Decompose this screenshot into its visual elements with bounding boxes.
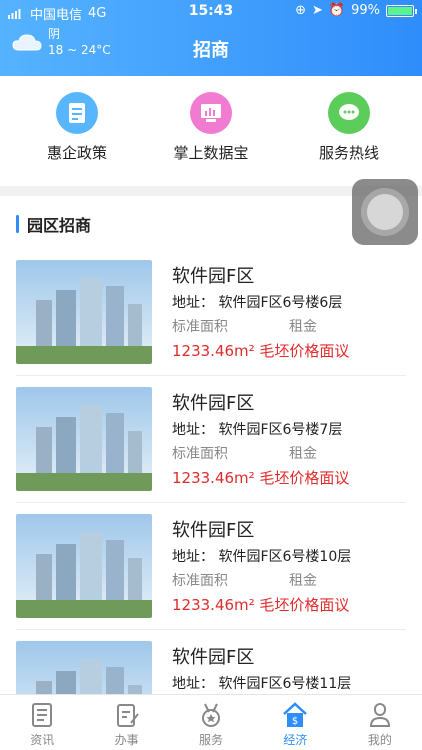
list-item[interactable]: 软件园F区 地址： 软件园F区6号楼10层 标准面积 租金 1233.46m² … — [0, 504, 422, 630]
tab-label: 我的 — [367, 733, 392, 747]
tab-label: 经济 — [283, 733, 308, 747]
listing-title: 软件园F区 — [172, 647, 255, 668]
page-title: 招商 — [193, 40, 229, 61]
listing-meta: 标准面积 租金 — [172, 316, 317, 336]
house-money-icon: $ — [283, 702, 308, 727]
status-right: ⊕ ➤ ⏰ 99% — [295, 3, 417, 18]
listing-address: 地址： 软件园F区6号楼11层 — [172, 676, 352, 692]
quick-action-policy[interactable]: 惠企政策 — [22, 92, 132, 163]
area-label: 标准面积 — [172, 446, 228, 462]
chat-icon — [328, 92, 370, 134]
status-bar: 中国电信 4G 15:43 ⊕ ➤ ⏰ 99% — [0, 0, 422, 24]
tab-label: 服务 — [199, 733, 224, 747]
clipboard-icon — [116, 704, 139, 727]
tab-mine[interactable]: 我的 — [338, 695, 422, 750]
building-thumbnail — [16, 260, 152, 364]
building-thumbnail — [16, 514, 152, 618]
chart-icon — [190, 92, 232, 134]
tab-label: 资讯 — [30, 733, 55, 747]
area-label: 标准面积 — [172, 319, 228, 335]
listing-address: 地址： 软件园F区6号楼10层 — [172, 549, 352, 565]
quick-action-label: 惠企政策 — [46, 144, 107, 162]
quick-action-data[interactable]: 掌上数据宝 — [156, 92, 266, 163]
section-accent-bar — [16, 215, 19, 233]
tab-service[interactable]: 服务 — [169, 695, 253, 750]
building-thumbnail — [16, 387, 152, 491]
rent-label: 租金 — [289, 319, 317, 335]
tab-news[interactable]: 资讯 — [0, 695, 84, 750]
item-divider — [16, 375, 406, 376]
rotation-lock-icon: ⊕ — [295, 3, 306, 18]
listing-price: 1233.46m² 毛坯价格面议 — [172, 596, 350, 614]
bottom-nav: 资讯 办事 服务 $ 经济 我的 — [0, 694, 422, 750]
document-icon — [56, 92, 98, 134]
tab-label: 办事 — [114, 733, 139, 747]
listing-meta: 标准面积 租金 — [172, 443, 317, 463]
news-icon — [32, 703, 53, 727]
assistive-touch-button[interactable] — [352, 179, 418, 245]
listing-title: 软件园F区 — [172, 520, 255, 541]
battery-icon — [386, 4, 417, 17]
item-divider — [16, 629, 406, 630]
list-item[interactable]: 软件园F区 地址： 软件园F区6号楼6层 标准面积 租金 1233.46m² 毛… — [0, 250, 422, 376]
listing-price: 1233.46m² 毛坯价格面议 — [172, 342, 350, 360]
listing-title: 软件园F区 — [172, 266, 255, 287]
listing-title: 软件园F区 — [172, 393, 255, 414]
listing-meta: 标准面积 租金 — [172, 570, 317, 590]
list-item[interactable]: 软件园F区 地址： 软件园F区6号楼7层 标准面积 租金 1233.46m² 毛… — [0, 377, 422, 503]
assistive-touch-icon — [367, 194, 403, 230]
quick-actions: 惠企政策 掌上数据宝 服务热线 — [0, 84, 422, 178]
listing-address: 地址： 软件园F区6号楼6层 — [172, 295, 343, 311]
tab-affairs[interactable]: 办事 — [84, 695, 168, 750]
header: 中国电信 4G 15:43 ⊕ ➤ ⏰ 99% 阴 18 ~ 24°C 招商 — [0, 0, 422, 76]
section-title: 园区招商 — [27, 216, 92, 235]
user-icon — [369, 703, 390, 727]
rent-label: 租金 — [289, 446, 317, 462]
listing-address: 地址： 软件园F区6号楼7层 — [172, 422, 343, 438]
medal-icon — [202, 703, 221, 727]
battery-percent: 99% — [351, 3, 380, 18]
area-label: 标准面积 — [172, 573, 228, 589]
section-header: 园区招商 — [16, 212, 91, 236]
rent-label: 租金 — [289, 573, 317, 589]
svg-text:$: $ — [292, 716, 298, 727]
listing-price: 1233.46m² 毛坯价格面议 — [172, 469, 350, 487]
quick-action-label: 服务热线 — [318, 144, 379, 162]
item-divider — [16, 502, 406, 503]
quick-action-hotline[interactable]: 服务热线 — [294, 92, 404, 163]
alarm-icon: ⏰ — [328, 3, 346, 18]
location-icon: ➤ — [312, 3, 323, 18]
tab-economy[interactable]: $ 经济 — [253, 695, 337, 750]
quick-action-label: 掌上数据宝 — [173, 144, 249, 162]
